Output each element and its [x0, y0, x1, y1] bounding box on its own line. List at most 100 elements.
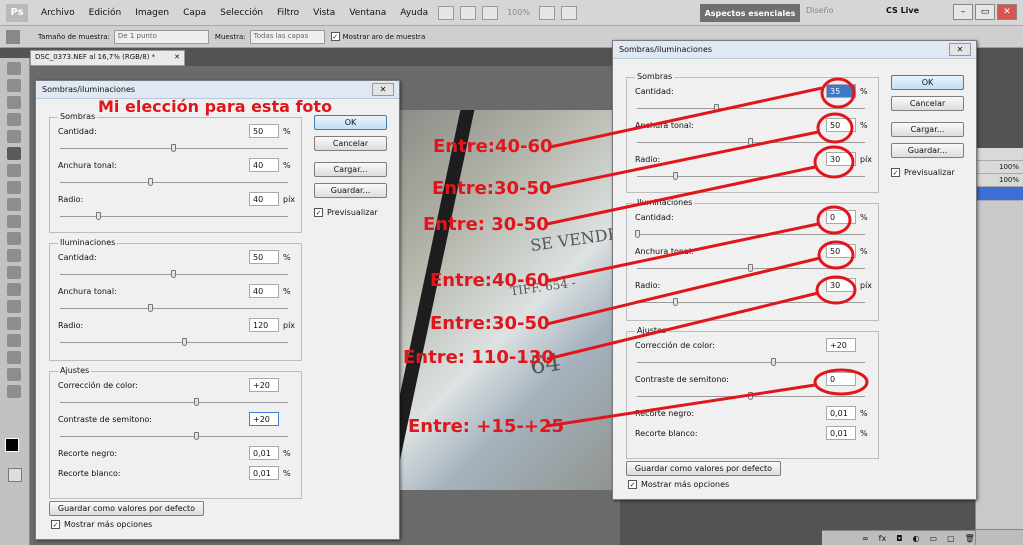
hand-tool-icon[interactable] [7, 368, 21, 381]
load-button[interactable]: Cargar... [891, 122, 964, 137]
iluminaciones-value-field-1[interactable]: 40 [249, 284, 279, 298]
menu-filtro[interactable]: Filtro [270, 8, 306, 18]
blur-tool-icon[interactable] [7, 266, 21, 279]
link-layers-icon[interactable]: ∞ [862, 534, 869, 543]
ajustes-value-field-2[interactable]: 0,01 [826, 406, 856, 420]
move-tool-icon[interactable] [7, 62, 21, 75]
workspace-design-button[interactable]: Diseño [806, 6, 833, 15]
quick-mask-icon[interactable] [8, 468, 22, 482]
more-options-checkbox[interactable]: ✓ [628, 480, 637, 489]
iluminaciones-value-field-2[interactable]: 30 [826, 278, 856, 292]
ok-button[interactable]: OK [314, 115, 387, 130]
iluminaciones-slider-knob-2[interactable] [182, 338, 187, 346]
menu-vista[interactable]: Vista [306, 8, 342, 18]
ajustes-value-field-0[interactable]: +20 [826, 338, 856, 352]
fx-icon[interactable]: fx [879, 534, 887, 543]
iluminaciones-value-field-1[interactable]: 50 [826, 244, 856, 258]
ok-button[interactable]: OK [891, 75, 964, 90]
ajustes-value-field-3[interactable]: 0,01 [249, 466, 279, 480]
sombras-value-field-0[interactable]: 35 [826, 84, 856, 98]
brush-tool-icon[interactable] [7, 181, 21, 194]
ajustes-slider-knob-0[interactable] [194, 398, 199, 406]
workspace-essentials-button[interactable]: Aspectos esenciales [700, 4, 800, 22]
zoom-level[interactable]: 100% [507, 8, 530, 17]
cancel-button[interactable]: Cancelar [314, 136, 387, 151]
bridge-icon[interactable] [438, 5, 455, 20]
restore-icon[interactable]: ▭ [975, 4, 995, 20]
more-options-checkbox-row[interactable]: ✓ Mostrar más opciones [51, 520, 152, 529]
sombras-value-field-1[interactable]: 50 [826, 118, 856, 132]
ajustes-value-field-1[interactable]: +20 [249, 412, 279, 426]
iluminaciones-value-field-0[interactable]: 50 [249, 250, 279, 264]
iluminaciones-value-field-0[interactable]: 0 [826, 210, 856, 224]
preview-checkbox-row[interactable]: ✓ Previsualizar [891, 168, 955, 177]
eyedropper-icon[interactable] [6, 29, 20, 44]
menu-ayuda[interactable]: Ayuda [393, 8, 435, 18]
clone-stamp-tool-icon[interactable] [7, 198, 21, 211]
menu-ventana[interactable]: Ventana [342, 8, 393, 18]
close-icon[interactable]: ✕ [997, 4, 1017, 20]
preview-checkbox[interactable]: ✓ [891, 168, 900, 177]
close-document-icon[interactable]: ✕ [174, 53, 180, 63]
menu-capa[interactable]: Capa [176, 8, 213, 18]
new-layer-icon[interactable]: ▢ [947, 534, 955, 543]
sample-size-select[interactable]: De 1 punto [113, 29, 209, 44]
arrange-documents-icon[interactable] [538, 5, 555, 20]
type-tool-icon[interactable] [7, 317, 21, 330]
sombras-value-field-0[interactable]: 50 [249, 124, 279, 138]
more-options-checkbox-row[interactable]: ✓ Mostrar más opciones [628, 480, 729, 489]
menu-imagen[interactable]: Imagen [128, 8, 176, 18]
opacity-readout[interactable]: 100% [976, 161, 1023, 174]
iluminaciones-slider-knob-1[interactable] [148, 304, 153, 312]
minimize-icon[interactable]: – [953, 4, 973, 20]
preview-checkbox-row[interactable]: ✓ Previsualizar [314, 208, 378, 217]
cs-live-button[interactable]: CS Live [886, 6, 919, 15]
sombras-slider-knob-0[interactable] [171, 144, 176, 152]
sombras-value-field-2[interactable]: 30 [826, 152, 856, 166]
iluminaciones-slider-knob-0[interactable] [635, 230, 640, 238]
delete-layer-icon[interactable]: 🗑 [965, 534, 975, 543]
lasso-tool-icon[interactable] [7, 96, 21, 109]
sample-select[interactable]: Todas las capas [249, 29, 325, 44]
ajustes-value-field-3[interactable]: 0,01 [826, 426, 856, 440]
ajustes-value-field-1[interactable]: 0 [826, 372, 856, 386]
sombras-slider-knob-1[interactable] [748, 138, 753, 146]
show-ring-checkbox[interactable]: ✓ [330, 32, 340, 41]
more-options-checkbox[interactable]: ✓ [51, 520, 60, 529]
ajustes-value-field-0[interactable]: +20 [249, 378, 279, 392]
sombras-slider-knob-0[interactable] [714, 104, 719, 112]
ajustes-slider-knob-0[interactable] [771, 358, 776, 366]
view-extras-icon[interactable] [482, 5, 499, 20]
sombras-value-field-1[interactable]: 40 [249, 158, 279, 172]
iluminaciones-slider-knob-0[interactable] [171, 270, 176, 278]
save-as-default-button[interactable]: Guardar como valores por defecto [49, 501, 204, 516]
iluminaciones-value-field-2[interactable]: 120 [249, 318, 279, 332]
save-button[interactable]: Guardar... [891, 143, 964, 158]
cancel-button[interactable]: Cancelar [891, 96, 964, 111]
menu-edicion[interactable]: Edición [82, 8, 129, 18]
preview-checkbox[interactable]: ✓ [314, 208, 323, 217]
sombras-slider-knob-2[interactable] [96, 212, 101, 220]
gradient-tool-icon[interactable] [7, 249, 21, 262]
close-dialog-icon[interactable]: ✕ [372, 83, 394, 96]
ajustes-slider-knob-1[interactable] [194, 432, 199, 440]
mask-icon[interactable]: ◘ [896, 534, 902, 543]
path-selection-tool-icon[interactable] [7, 334, 21, 347]
marquee-tool-icon[interactable] [7, 79, 21, 92]
shape-tool-icon[interactable] [7, 351, 21, 364]
iluminaciones-slider-knob-1[interactable] [748, 264, 753, 272]
screen-mode-icon[interactable] [560, 5, 577, 20]
selected-layer-row[interactable] [976, 187, 1023, 201]
zoom-tool-icon[interactable] [7, 385, 21, 398]
menu-archivo[interactable]: Archivo [34, 8, 82, 18]
foreground-color-swatch[interactable] [5, 438, 19, 452]
sombras-slider-knob-2[interactable] [673, 172, 678, 180]
pen-tool-icon[interactable] [7, 300, 21, 313]
save-button[interactable]: Guardar... [314, 183, 387, 198]
ajustes-value-field-2[interactable]: 0,01 [249, 446, 279, 460]
mini-bridge-icon[interactable] [460, 5, 477, 20]
adjustment-icon[interactable]: ◐ [913, 534, 920, 543]
document-tab[interactable]: DSC_0373.NEF al 16,7% (RGB/8) * ✕ [30, 50, 185, 66]
quick-selection-tool-icon[interactable] [7, 113, 21, 126]
dodge-tool-icon[interactable] [7, 283, 21, 296]
